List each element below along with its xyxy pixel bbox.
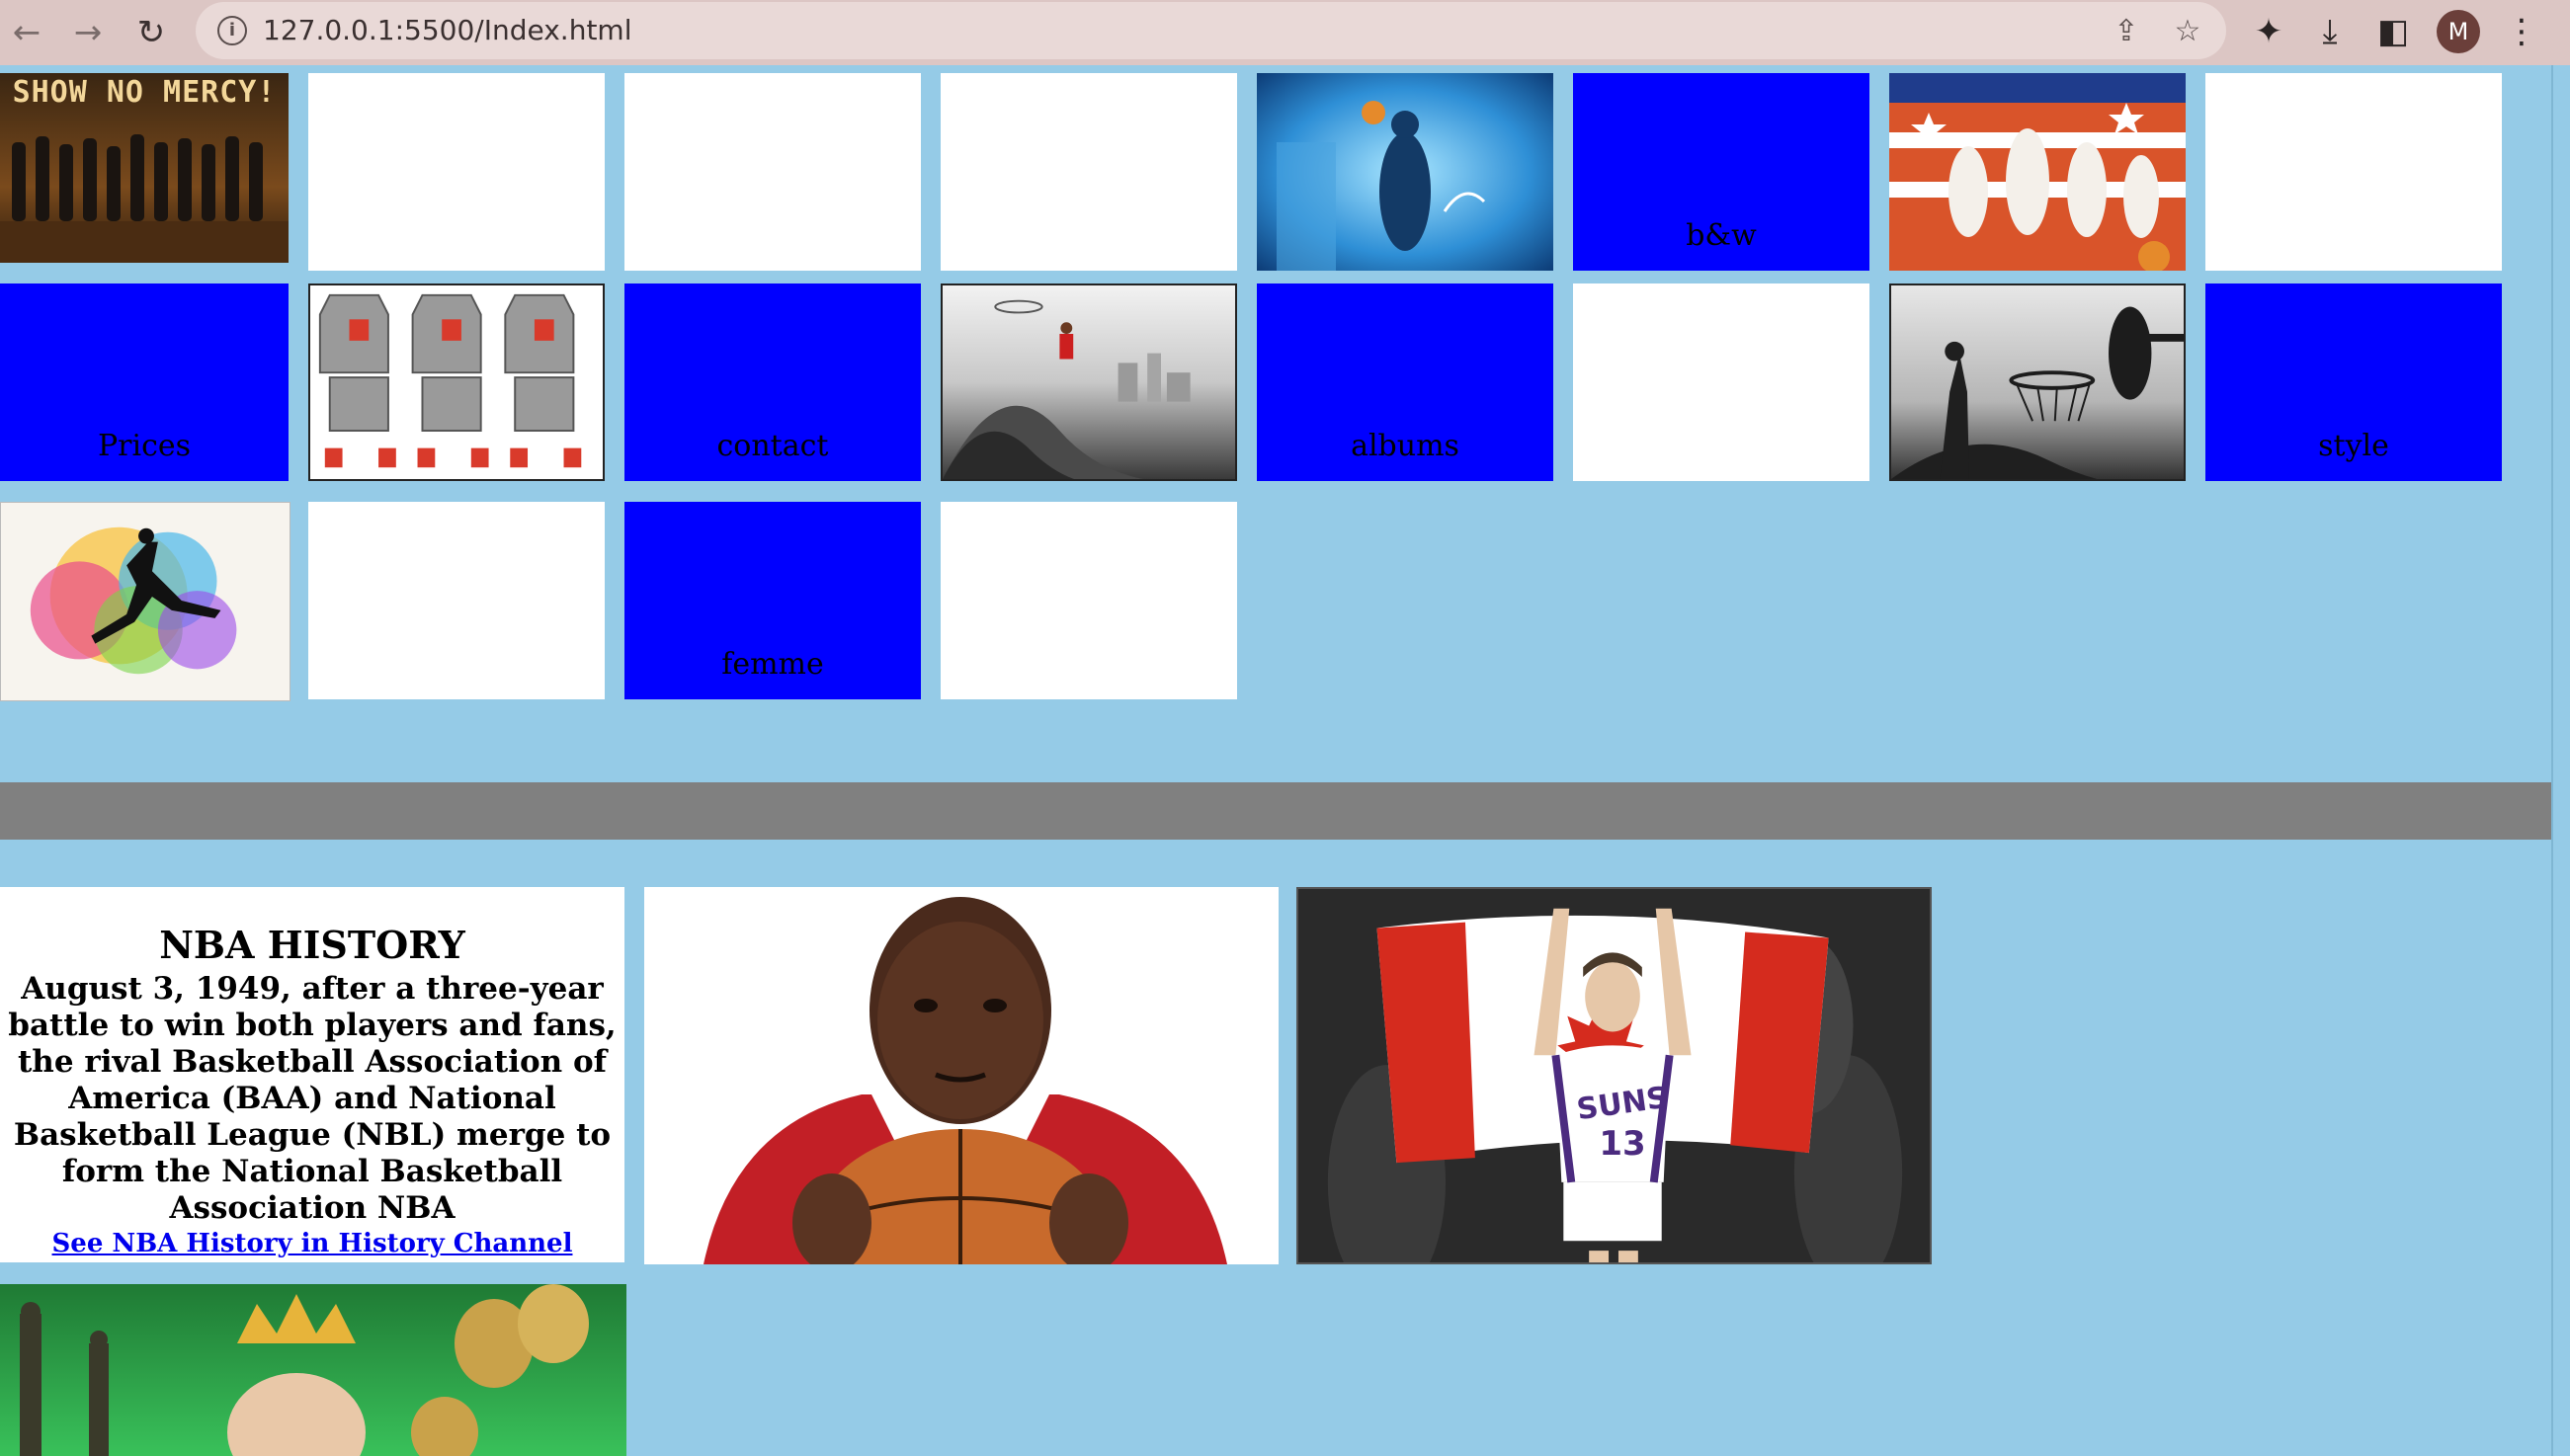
prices-nav-label: Prices <box>97 429 192 463</box>
jordan-portrait-image <box>644 887 1279 1264</box>
jumpman-logo-image <box>1 503 290 700</box>
femme-nav-tile[interactable]: femme <box>624 502 921 699</box>
albums-nav-label: albums <box>1351 429 1459 463</box>
usa-team-artwork-tile[interactable] <box>1889 73 2186 271</box>
hoop-silhouette-image <box>1891 285 2184 479</box>
grid-tile-blank[interactable] <box>941 73 1237 271</box>
grid-tile-blank[interactable] <box>2205 73 2502 271</box>
nba-history-card: NBA HISTORY August 3, 1949, after a thre… <box>0 887 624 1262</box>
usa-team-artwork-image <box>1889 73 2186 271</box>
poster-caption: SHOW NO MERCY! <box>12 75 277 110</box>
grid-tile-blank[interactable] <box>308 73 605 271</box>
grid-tile-blank[interactable] <box>1573 283 1869 481</box>
side-panel-icon[interactable]: ◧ <box>2371 10 2415 53</box>
show-no-mercy-team-poster[interactable]: SHOW NO MERCY! <box>0 73 289 263</box>
contact-nav-label: contact <box>716 429 829 463</box>
history-channel-link[interactable]: See NBA History in History Channel <box>0 1229 624 1258</box>
suns-jersey-number: 13 <box>1599 1124 1646 1164</box>
arrow-left-icon: ← <box>12 13 41 52</box>
arrow-right-icon: → <box>73 13 103 52</box>
bw-nav-tile[interactable]: b&w <box>1573 73 1869 271</box>
contact-nav-tile[interactable]: contact <box>624 283 921 481</box>
info-icon[interactable]: i <box>217 16 247 45</box>
celtics-king-image <box>0 1284 626 1456</box>
url-text[interactable]: 127.0.0.1:5500/Index.html <box>263 14 631 46</box>
back-button[interactable]: ← <box>2 8 51 57</box>
curry-artwork-image <box>1257 73 1553 271</box>
curry-artwork-tile[interactable] <box>1257 73 1553 271</box>
prices-nav-tile[interactable]: Prices <box>0 283 289 481</box>
share-icon[interactable]: ⇪ <box>2109 14 2144 49</box>
jordan-dunk-image <box>943 285 1235 479</box>
browser-toolbar: ← → ↻ i 127.0.0.1:5500/Index.html ⇪ ☆ ✦ … <box>0 0 2570 65</box>
section-divider <box>0 782 2551 840</box>
profile-avatar[interactable]: M <box>2437 10 2480 53</box>
jersey-uniforms-tile[interactable] <box>308 283 605 481</box>
puzzle-icon[interactable]: ✦ <box>2247 10 2290 53</box>
jordan-portrait-card[interactable] <box>644 887 1279 1264</box>
style-nav-label: style <box>2318 429 2389 463</box>
bw-nav-label: b&w <box>1686 218 1757 253</box>
jumpman-logo-tile[interactable] <box>0 502 290 701</box>
nash-flag-image <box>1298 889 1930 1262</box>
hoop-silhouette-tile[interactable] <box>1889 283 2186 481</box>
jordan-dunk-tile[interactable] <box>941 283 1237 481</box>
history-text: August 3, 1949, after a three-year battl… <box>8 971 617 1226</box>
nash-flag-card[interactable]: SUNS 13 <box>1296 887 1932 1264</box>
address-bar[interactable]: i 127.0.0.1:5500/Index.html ⇪ ☆ <box>196 2 2226 59</box>
star-icon[interactable]: ☆ <box>2170 14 2205 49</box>
style-nav-tile[interactable]: style <box>2205 283 2502 481</box>
kebab-menu-icon[interactable]: ⋮ <box>2500 10 2543 53</box>
jersey-uniforms-image <box>310 285 603 479</box>
grid-tile-blank[interactable] <box>941 502 1237 699</box>
download-icon[interactable]: ⤓ <box>2308 10 2352 53</box>
celtics-king-card[interactable] <box>0 1284 626 1456</box>
history-title: NBA HISTORY <box>159 923 465 967</box>
reload-button[interactable]: ↻ <box>126 8 176 57</box>
albums-nav-tile[interactable]: albums <box>1257 283 1553 481</box>
grid-tile-blank[interactable] <box>624 73 921 271</box>
reload-icon: ↻ <box>136 13 166 52</box>
forward-button[interactable]: → <box>63 8 113 57</box>
femme-nav-label: femme <box>721 647 824 682</box>
scrollbar-track[interactable] <box>2551 65 2570 1456</box>
grid-tile-blank[interactable] <box>308 502 605 699</box>
